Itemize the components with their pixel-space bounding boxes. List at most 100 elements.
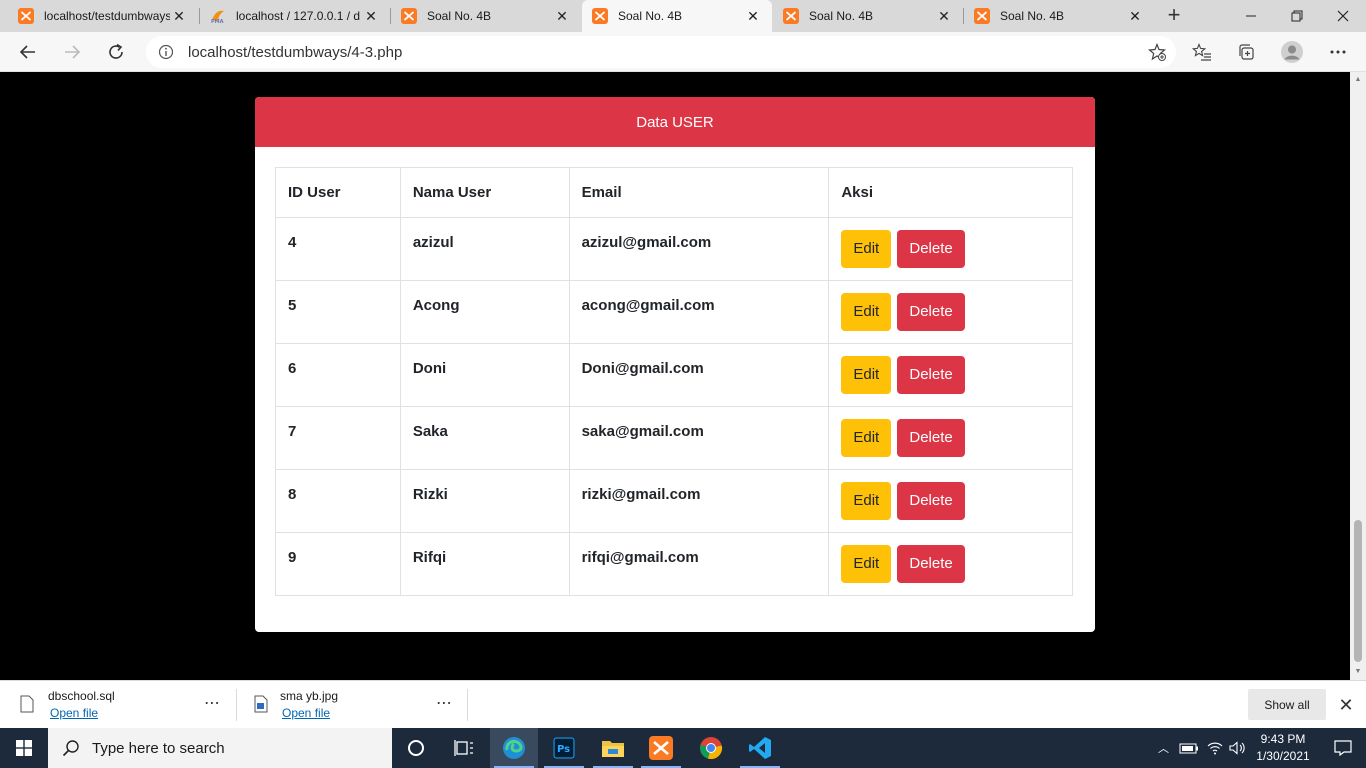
download-filename: dbschool.sql [48,689,115,703]
close-tab-icon[interactable]: ✕ [553,8,571,25]
browser-tab[interactable]: Soal No. 4B ✕ [391,0,581,32]
browser-tab[interactable]: Soal No. 4B ✕ [964,0,1154,32]
notification-icon [1334,740,1352,756]
cortana-button[interactable] [392,728,440,768]
edit-button[interactable]: Edit [841,356,892,394]
avatar-icon [1281,41,1303,63]
clock-date: 1/30/2021 [1256,749,1310,763]
user-name-cell: Doni [399,343,570,407]
delete-button[interactable]: Delete [897,482,965,520]
favorites-list-icon [1192,43,1211,61]
system-tray: ︿ [1150,728,1247,768]
show-hidden-icons-icon[interactable]: ︿ [1158,740,1169,756]
table-row: 8 Rizki rizki@gmail.com Edit Delete [275,469,1073,533]
edit-button[interactable]: Edit [841,545,892,583]
actions-cell: Edit Delete [828,532,1073,596]
new-tab-button[interactable]: + [1162,4,1186,28]
edit-button[interactable]: Edit [841,482,892,520]
scrollbar-thumb[interactable] [1354,520,1362,662]
user-email-cell: rizki@gmail.com [568,469,830,533]
browser-tab[interactable]: Soal No. 4B ✕ [582,0,772,32]
user-id-cell: 5 [275,280,401,344]
browser-tab[interactable]: PMA localhost / 127.0.0.1 / d ✕ [200,0,390,32]
back-arrow-icon [19,45,35,59]
delete-button[interactable]: Delete [897,419,965,457]
close-tab-icon[interactable]: ✕ [744,8,762,25]
minimize-button[interactable] [1228,0,1274,32]
delete-button[interactable]: Delete [897,230,965,268]
close-downloads-icon[interactable]: ✕ [1334,693,1358,717]
add-favorite-icon[interactable] [1148,42,1166,64]
close-tab-icon[interactable]: ✕ [935,8,953,25]
edit-button[interactable]: Edit [841,230,892,268]
profile-button[interactable] [1276,36,1308,68]
card-body: ID User Nama User Email Aksi 4 azizul aziz… [255,147,1095,616]
start-button[interactable] [0,728,48,768]
delete-button[interactable]: Delete [897,545,965,583]
edit-button[interactable]: Edit [841,293,892,331]
download-options-icon[interactable]: ⋯ [436,693,452,713]
open-file-link[interactable]: Open file [282,706,330,720]
user-name-cell: Rifqi [399,532,570,596]
browser-tab[interactable]: localhost/testdumbways/✕ [8,0,198,32]
browser-tab[interactable]: Soal No. 4B ✕ [773,0,963,32]
download-item[interactable]: sma yb.jpg Open file ⋯ [248,681,466,729]
edge-app-button[interactable] [490,728,538,768]
user-email-cell: Doni@gmail.com [568,343,830,407]
table-row: 7 Saka saka@gmail.com Edit Delete [275,406,1073,470]
collections-button[interactable] [1230,36,1262,68]
user-email-cell: azizul@gmail.com [568,217,830,281]
address-bar[interactable]: localhost/testdumbways/4-3.php [146,36,1176,68]
battery-icon[interactable] [1179,742,1199,754]
close-tab-icon[interactable]: ✕ [1126,8,1144,25]
close-window-button[interactable] [1320,0,1366,32]
taskbar-search-box[interactable]: Type here to search [48,728,392,768]
actions-cell: Edit Delete [828,469,1073,533]
actions-cell: Edit Delete [828,406,1073,470]
xampp-icon [401,8,417,24]
delete-button[interactable]: Delete [897,356,965,394]
photoshop-app-button[interactable]: Ps [540,728,588,768]
xampp-app-button[interactable] [637,728,685,768]
tab-title: localhost/testdumbways/ [44,9,170,23]
close-tab-icon[interactable]: ✕ [362,8,380,25]
edit-button[interactable]: Edit [841,419,892,457]
download-options-icon[interactable]: ⋯ [204,693,220,713]
close-tab-icon[interactable]: ✕ [170,8,188,25]
vscode-icon [749,737,771,759]
svg-text:PMA: PMA [211,19,224,24]
tab-title: Soal No. 4B [618,9,683,23]
show-all-button[interactable]: Show all [1248,689,1326,720]
open-file-link[interactable]: Open file [50,706,98,720]
vertical-scrollbar[interactable]: ▲ ▼ [1350,72,1366,680]
xampp-icon [783,8,799,24]
actions-cell: Edit Delete [828,280,1073,344]
favorites-button[interactable] [1186,36,1218,68]
back-button[interactable] [12,36,44,68]
url-text[interactable]: localhost/testdumbways/4-3.php [188,44,402,61]
chrome-app-button[interactable] [687,728,735,768]
vscode-app-button[interactable] [736,728,784,768]
user-id-cell: 8 [275,469,401,533]
download-item[interactable]: dbschool.sql Open file ⋯ [16,681,234,729]
system-clock[interactable]: 9:43 PM 1/30/2021 [1248,731,1318,765]
info-icon[interactable] [158,44,174,60]
settings-menu-button[interactable] [1322,36,1354,68]
notification-center-button[interactable] [1320,728,1366,768]
task-view-button[interactable] [440,728,488,768]
collections-icon [1239,44,1254,60]
delete-button[interactable]: Delete [897,293,965,331]
wifi-icon[interactable] [1207,741,1223,755]
volume-icon[interactable] [1229,741,1247,755]
refresh-button[interactable] [100,36,132,68]
card-header: Data USER [255,97,1095,147]
tab-title: Soal No. 4B [1000,9,1065,23]
forward-button[interactable] [56,36,88,68]
downloads-bar: dbschool.sql Open file ⋯ sma yb.jpg Open… [0,680,1366,728]
file-explorer-app-button[interactable] [589,728,637,768]
table-row: 6 Doni Doni@gmail.com Edit Delete [275,343,1073,407]
scroll-up-icon[interactable]: ▲ [1354,76,1362,84]
file-icon [20,695,34,713]
restore-button[interactable] [1274,0,1320,32]
scroll-down-icon[interactable]: ▼ [1354,668,1362,676]
